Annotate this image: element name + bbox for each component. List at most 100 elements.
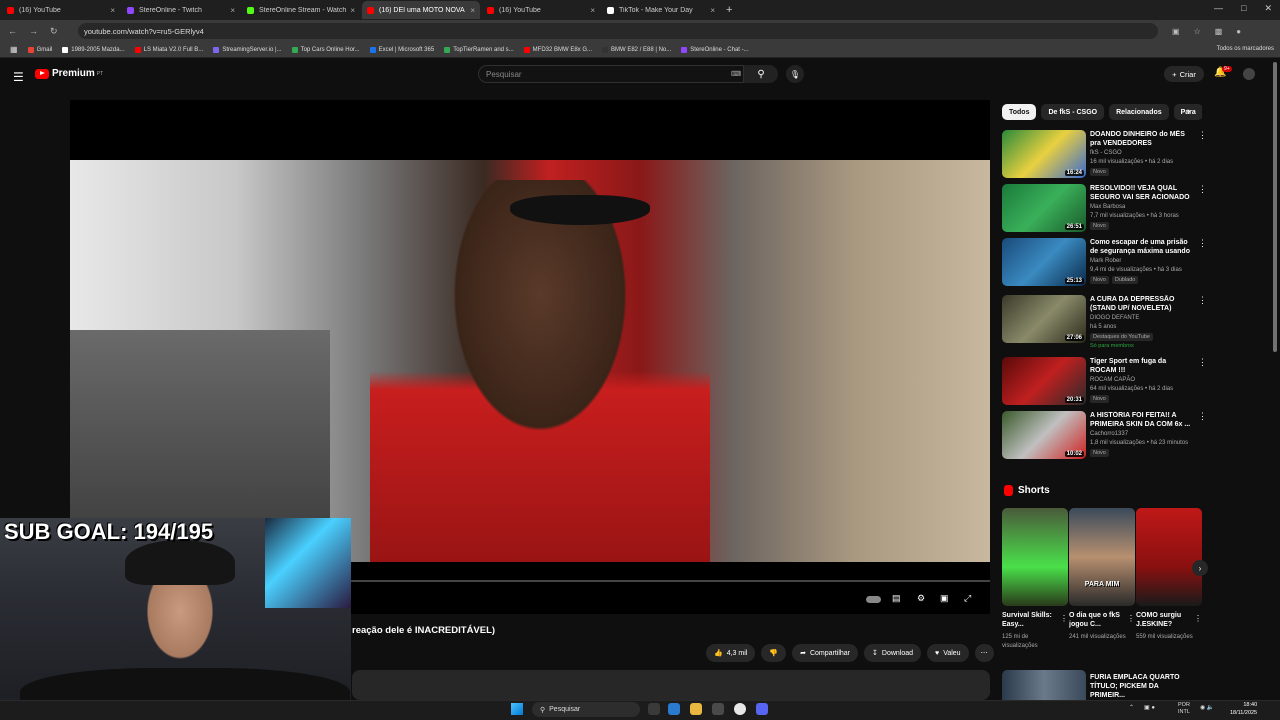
bookmark-item[interactable]: Excel | Microsoft 365 — [369, 46, 434, 53]
install-icon[interactable]: ▣ — [1172, 27, 1180, 36]
video-title[interactable]: FURIA EMPLACA QUARTO TÍTULO; PICKEM DA P… — [1090, 673, 1194, 700]
thanks-button[interactable]: ♥ Valeu — [927, 644, 969, 662]
more-options-icon[interactable]: ⋮ — [1194, 614, 1202, 623]
bookmark-item[interactable]: LS Miata V2.0 Full B... — [134, 46, 203, 53]
filter-chip[interactable]: Todos — [1002, 104, 1037, 120]
fullscreen-icon[interactable]: ⤢ — [964, 593, 971, 604]
channel-name[interactable]: Max Barbosa — [1090, 204, 1125, 210]
video-thumbnail[interactable] — [1002, 670, 1086, 700]
short-title[interactable]: O dia que o fkS jogou C... — [1069, 611, 1127, 629]
bookmark-item[interactable]: BMW E82 / E88 | No... — [602, 46, 671, 53]
avatar[interactable] — [1243, 68, 1255, 80]
extensions-icon[interactable]: ▩ — [1215, 27, 1223, 36]
more-options-icon[interactable]: ⋮ — [1198, 184, 1207, 195]
discord-icon[interactable] — [756, 703, 768, 715]
bookmark-item[interactable]: StereOnline - Chat -... — [681, 46, 749, 53]
more-options-icon[interactable]: ⋮ — [1198, 238, 1207, 249]
close-icon[interactable]: ✕ — [1264, 3, 1272, 14]
channel-name[interactable]: fkS - CSGO — [1090, 150, 1122, 156]
video-title[interactable]: Tiger Sport em fuga da ROCAM !!! — [1090, 357, 1194, 375]
profile-icon[interactable]: ● — [1236, 27, 1241, 36]
video-frame[interactable] — [70, 160, 990, 562]
more-options-icon[interactable]: ⋮ — [1127, 614, 1135, 623]
bookmark-item[interactable]: MFD32 BMW E8x G... — [523, 46, 592, 53]
short-thumbnail[interactable]: PARA MIM — [1069, 508, 1135, 606]
minimize-icon[interactable]: — — [1214, 3, 1223, 14]
video-title[interactable]: A HISTÓRIA FOI FEITA!! A PRIMEIRA SKIN D… — [1090, 411, 1194, 429]
video-title[interactable]: A CURA DA DEPRESSÃO (STAND UP/ NOVELETA) — [1090, 295, 1194, 313]
network-volume-icons[interactable]: ◉ 🔈 — [1200, 704, 1214, 711]
channel-name[interactable]: DIOGO DEFANTE — [1090, 315, 1139, 321]
tray-icons[interactable]: ▣ ● — [1144, 704, 1155, 711]
short-item[interactable]: Survival Skills: Easy... 125 mi de visual… — [1002, 508, 1068, 651]
browser-tab[interactable]: (16) YouTube × — [2, 1, 120, 19]
download-button[interactable]: ↧ Download — [864, 644, 922, 662]
hamburger-menu-icon[interactable]: ☰ — [13, 70, 24, 84]
tray-chevron-icon[interactable]: ⌃ — [1129, 704, 1134, 711]
dislike-button[interactable]: 👎 — [761, 644, 787, 662]
create-button[interactable]: + Criar — [1164, 66, 1204, 82]
channel-name[interactable]: Cachorro1337 — [1090, 431, 1128, 437]
store-icon[interactable] — [712, 703, 724, 715]
more-actions-button[interactable]: ⋯ — [974, 644, 994, 662]
recommendation-item[interactable]: 26:51 RESOLVIDO!! VEJA QUAL SEGURO VAI SE… — [1002, 184, 1207, 234]
mic-button[interactable]: 🎙 — [786, 65, 804, 83]
new-tab-icon[interactable]: + — [726, 4, 732, 16]
short-title[interactable]: Survival Skills: Easy... — [1002, 611, 1060, 629]
maximize-icon[interactable]: □ — [1241, 3, 1246, 14]
more-options-icon[interactable]: ⋮ — [1198, 130, 1207, 141]
channel-name[interactable]: Mark Rober — [1090, 258, 1121, 264]
taskbar-search[interactable]: ⚲ Pesquisar — [532, 702, 640, 717]
description-box[interactable] — [352, 670, 990, 700]
youtube-premium-logo[interactable]: Premium PT — [35, 68, 103, 79]
chrome-icon[interactable] — [734, 703, 746, 715]
reload-icon[interactable]: ↻ — [50, 26, 58, 37]
search-button[interactable]: ⚲ — [744, 65, 778, 83]
short-title[interactable]: COMO surgiu J.ESKINE? — [1136, 611, 1194, 629]
settings-icon[interactable]: ⚙ — [917, 593, 925, 604]
recommendation-item[interactable]: 16:24 DOANDO DINHEIRO do MÊS pra VENDEDOR… — [1002, 130, 1207, 180]
short-item[interactable]: PARA MIM O dia que o fkS jogou C... 241 mi… — [1069, 508, 1135, 642]
more-options-icon[interactable]: ⋮ — [1060, 614, 1068, 623]
keyboard-icon[interactable]: ⌨ — [731, 70, 741, 78]
bookmark-item[interactable]: 1989-2005 Mazda... — [62, 46, 125, 53]
like-button[interactable]: 👍 4,3 mil — [706, 644, 756, 662]
browser-tab[interactable]: (16) YouTube × — [482, 1, 600, 19]
bookmark-item[interactable]: TopTierRamen and s... — [444, 46, 514, 53]
back-icon[interactable]: ← — [8, 26, 17, 37]
close-tab-icon[interactable]: × — [110, 6, 115, 15]
url-field[interactable]: youtube.com/watch?v=ru5-GERlyv4 — [78, 23, 1158, 39]
more-options-icon[interactable]: ⋮ — [1198, 411, 1207, 422]
forward-icon[interactable]: → — [29, 26, 38, 37]
short-thumbnail[interactable] — [1002, 508, 1068, 606]
close-tab-icon[interactable]: × — [710, 6, 715, 15]
copilot-icon[interactable] — [668, 703, 680, 715]
filter-chip[interactable]: Relacionados — [1109, 104, 1169, 120]
window-controls[interactable]: — □ ✕ — [1214, 3, 1272, 14]
channel-name[interactable]: ROCAM CAPÃO — [1090, 377, 1135, 383]
recommendation-item[interactable]: 27:06 A CURA DA DEPRESSÃO (STAND UP/ NOVE… — [1002, 295, 1207, 349]
apps-icon[interactable]: ▦ — [10, 45, 18, 54]
bookmark-item[interactable]: StreamingServer.io |... — [213, 46, 282, 53]
video-thumbnail[interactable]: 20:31 — [1002, 357, 1086, 405]
miniplayer-icon[interactable]: ▣ — [940, 593, 949, 604]
video-title[interactable]: Como escapar de uma prisão de segurança … — [1090, 238, 1194, 256]
video-title[interactable]: DOANDO DINHEIRO do MÊS pra VENDEDORES AM… — [1090, 130, 1194, 148]
video-thumbnail[interactable]: 16:24 — [1002, 130, 1086, 178]
windows-start-icon[interactable] — [511, 703, 523, 715]
search-input[interactable]: Pesquisar — [478, 65, 744, 83]
browser-tab[interactable]: StereOnline Stream - Watch Liv× — [242, 1, 360, 19]
subtitles-icon[interactable]: ▤ — [892, 593, 901, 604]
autoplay-toggle[interactable] — [866, 596, 881, 603]
star-icon[interactable]: ☆ — [1194, 27, 1201, 36]
file-explorer-icon[interactable] — [690, 703, 702, 715]
browser-tab[interactable]: TikTok - Make Your Day × — [602, 1, 720, 19]
recommendation-item[interactable]: 25:13 Como escapar de uma prisão de segur… — [1002, 238, 1207, 288]
bookmark-item[interactable]: Top Cars Online Hor... — [291, 46, 360, 53]
short-thumbnail[interactable] — [1136, 508, 1202, 606]
close-tab-icon[interactable]: × — [470, 6, 475, 15]
close-tab-icon[interactable]: × — [230, 6, 235, 15]
bookmark-item[interactable]: Gmail — [27, 46, 52, 53]
all-bookmarks[interactable]: Todos os marcadores — [1217, 46, 1274, 52]
video-thumbnail[interactable]: 10:02 — [1002, 411, 1086, 459]
